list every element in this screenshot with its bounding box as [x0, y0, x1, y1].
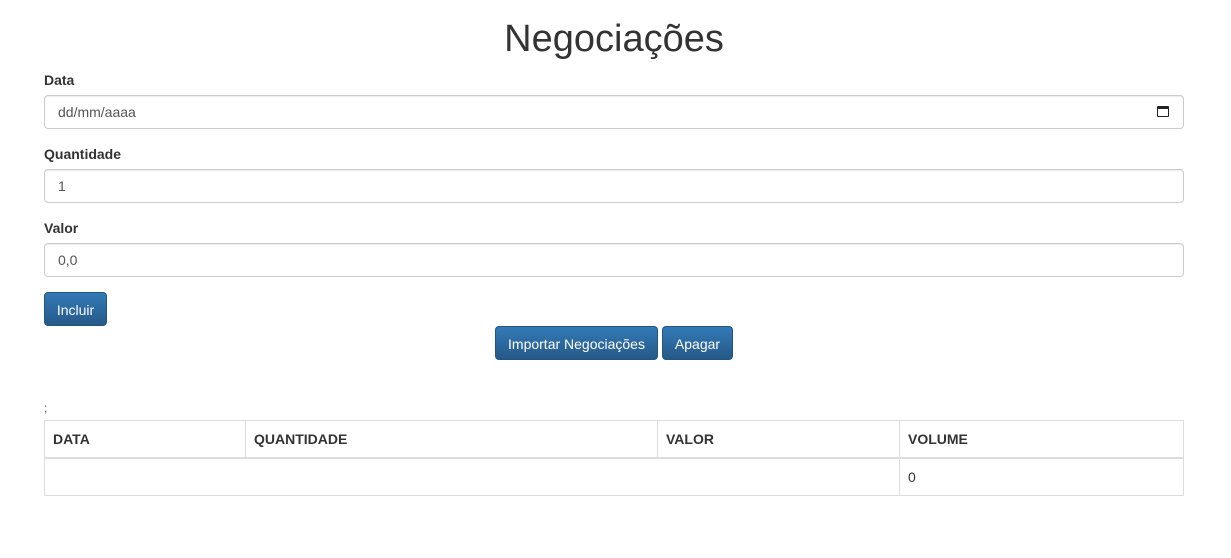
apagar-button[interactable]: Apagar: [662, 326, 733, 360]
negociacoes-table: DATA QUANTIDADE VALOR VOLUME 0: [44, 420, 1184, 496]
footer-empty-cell: [44, 457, 900, 496]
incluir-button[interactable]: Incluir: [44, 292, 107, 326]
page-title: Negociações: [504, 18, 724, 60]
importar-negociacoes-button[interactable]: Importar Negociações: [495, 326, 658, 360]
calendar-icon[interactable]: [1157, 106, 1169, 117]
data-label: Data: [44, 72, 75, 88]
message-text: ;: [44, 401, 48, 415]
table-header-row: DATA QUANTIDADE VALOR VOLUME: [44, 420, 1184, 459]
footer-volume: 0: [899, 457, 1184, 496]
table-footer-row: 0: [44, 457, 1184, 496]
quantidade-input[interactable]: 1: [44, 169, 1184, 203]
quantidade-value: 1: [58, 178, 66, 194]
main-container: Negociações Data dd/mm/aaaa Quantidade 1…: [44, 0, 1184, 496]
valor-input[interactable]: 0,0: [44, 243, 1184, 277]
header-volume: VOLUME: [899, 420, 1184, 459]
valor-label: Valor: [44, 220, 79, 236]
quantidade-label: Quantidade: [44, 146, 122, 162]
header-data: DATA: [44, 420, 246, 459]
valor-value: 0,0: [58, 252, 78, 268]
header-valor: VALOR: [657, 420, 900, 459]
data-input[interactable]: dd/mm/aaaa: [44, 95, 1184, 129]
header-quantidade: QUANTIDADE: [245, 420, 658, 459]
data-placeholder: dd/mm/aaaa: [58, 104, 136, 120]
